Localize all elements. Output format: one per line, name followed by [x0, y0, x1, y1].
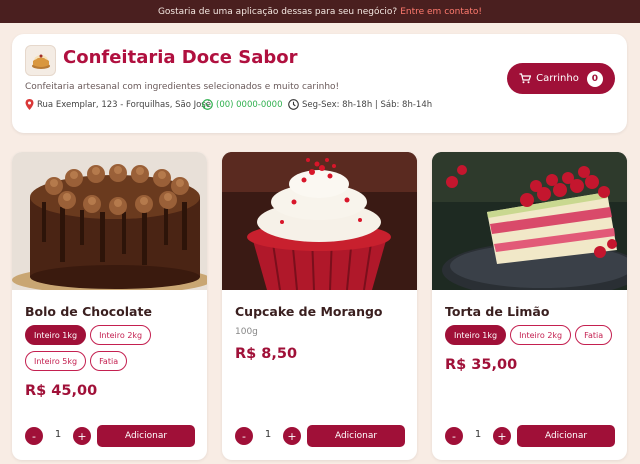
increase-quantity-button[interactable]: +: [493, 427, 511, 445]
phone-info[interactable]: (00) 0000-0000: [202, 99, 282, 110]
address-info: Rua Exemplar, 123 - Forquilhas, São José: [25, 99, 211, 110]
decrease-quantity-button[interactable]: -: [235, 427, 253, 445]
product-name: Bolo de Chocolate: [25, 304, 152, 319]
cart-button[interactable]: Carrinho 0: [507, 63, 615, 94]
store-address: Rua Exemplar, 123 - Forquilhas, São José: [37, 99, 211, 110]
product-name: Cupcake de Morango: [235, 304, 383, 319]
cart-icon: [519, 73, 532, 84]
product-card: Bolo de Chocolate Inteiro 1kg Inteiro 2k…: [12, 152, 207, 460]
size-option-slice[interactable]: Fatia: [575, 325, 613, 345]
store-logo: [25, 45, 56, 76]
hours-info: Seg-Sex: 8h-18h | Sáb: 8h-14h: [288, 99, 432, 110]
increase-quantity-button[interactable]: +: [73, 427, 91, 445]
size-option-2kg[interactable]: Inteiro 2kg: [90, 325, 152, 345]
quantity-stepper: - 1 + Adicionar: [235, 425, 405, 447]
product-image-strawberry-cupcake: [222, 152, 417, 290]
increase-quantity-button[interactable]: +: [283, 427, 301, 445]
quantity-stepper: - 1 + Adicionar: [445, 425, 615, 447]
clock-icon: [288, 99, 299, 110]
whatsapp-icon: [202, 99, 213, 110]
size-option-slice[interactable]: Fatia: [90, 351, 128, 371]
quantity-stepper: - 1 + Adicionar: [25, 425, 195, 447]
store-tagline: Confeitaria artesanal com ingredientes s…: [25, 82, 340, 92]
product-price: R$ 45,00: [25, 383, 98, 399]
product-image-lemon-pie: [432, 152, 627, 290]
product-price: R$ 8,50: [235, 346, 298, 362]
quantity-value: 1: [264, 429, 272, 440]
product-card: Torta de Limão Inteiro 1kg Inteiro 2kg F…: [432, 152, 627, 460]
cart-count-badge: 0: [586, 70, 603, 87]
product-image-chocolate-cake: [12, 152, 207, 290]
announcement-text: Gostaria de uma aplicação dessas para se…: [157, 6, 398, 17]
size-options: Inteiro 1kg Inteiro 2kg Fatia: [445, 325, 620, 345]
contact-link[interactable]: Entre em contato!: [400, 7, 482, 17]
store-hours: Seg-Sex: 8h-18h | Sáb: 8h-14h: [302, 99, 433, 110]
size-option-2kg[interactable]: Inteiro 2kg: [510, 325, 572, 345]
size-option-1kg[interactable]: Inteiro 1kg: [445, 325, 507, 345]
product-weight: 100g: [235, 327, 258, 337]
location-pin-icon: [25, 99, 34, 110]
store-name: Confeitaria Doce Sabor: [63, 47, 298, 68]
product-card: Cupcake de Morango 100g R$ 8,50 - 1 + Ad…: [222, 152, 417, 460]
add-to-cart-button[interactable]: Adicionar: [517, 425, 615, 447]
quantity-value: 1: [474, 429, 482, 440]
product-price: R$ 35,00: [445, 357, 518, 373]
size-option-5kg[interactable]: Inteiro 5kg: [25, 351, 87, 371]
quantity-value: 1: [54, 429, 62, 440]
decrease-quantity-button[interactable]: -: [445, 427, 463, 445]
product-name: Torta de Limão: [445, 304, 550, 319]
size-option-1kg[interactable]: Inteiro 1kg: [25, 325, 87, 345]
cart-label: Carrinho: [536, 73, 579, 84]
add-to-cart-button[interactable]: Adicionar: [97, 425, 195, 447]
store-header: Confeitaria Doce Sabor Confeitaria artes…: [12, 34, 627, 133]
add-to-cart-button[interactable]: Adicionar: [307, 425, 405, 447]
cake-logo-icon: [31, 54, 50, 69]
store-phone[interactable]: (00) 0000-0000: [216, 100, 282, 110]
decrease-quantity-button[interactable]: -: [25, 427, 43, 445]
announcement-bar: Gostaria de uma aplicação dessas para se…: [0, 0, 640, 23]
size-options: Inteiro 1kg Inteiro 2kg Inteiro 5kg Fati…: [25, 325, 200, 371]
